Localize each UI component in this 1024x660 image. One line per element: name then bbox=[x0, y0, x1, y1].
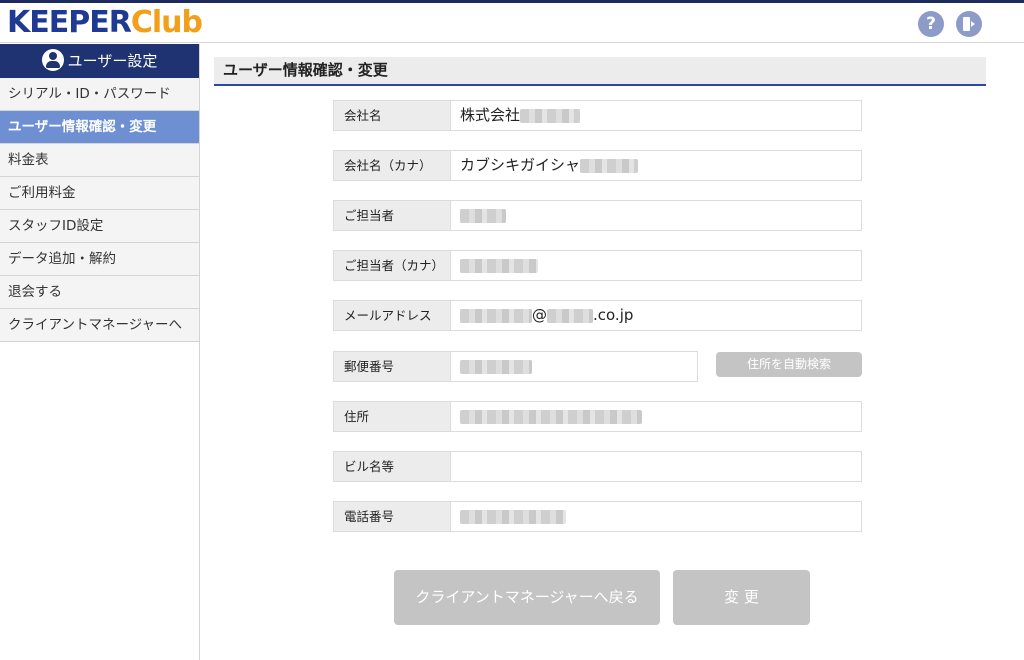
redacted-text bbox=[580, 158, 639, 173]
zip-label: 郵便番号 bbox=[333, 351, 450, 382]
logo-keeper-text: KEEPER bbox=[7, 5, 132, 40]
sidebar-item-price-list[interactable]: 料金表 bbox=[0, 144, 199, 177]
company-kana-field[interactable]: カブシキガイシャ bbox=[450, 150, 862, 181]
sidebar-heading: ユーザー設定 bbox=[0, 44, 199, 78]
address-auto-search-button[interactable]: 住所を自動検索 bbox=[716, 352, 862, 377]
redacted-text bbox=[460, 409, 642, 424]
contact-field[interactable] bbox=[450, 200, 862, 231]
sidebar: ユーザー設定 シリアル・ID・パスワード ユーザー情報確認・変更 料金表 ご利用… bbox=[0, 44, 200, 660]
email-label: メールアドレス bbox=[333, 300, 450, 331]
email-field[interactable]: @ .co.jp bbox=[450, 300, 862, 331]
contact-kana-field[interactable] bbox=[450, 250, 862, 281]
help-icon[interactable]: ? bbox=[918, 11, 944, 37]
company-field[interactable]: 株式会社 bbox=[450, 100, 862, 131]
company-kana-label: 会社名（カナ） bbox=[333, 150, 450, 181]
building-label: ビル名等 bbox=[333, 451, 450, 482]
email-domain: .co.jp bbox=[593, 306, 634, 324]
sidebar-item-staff-id[interactable]: スタッフID設定 bbox=[0, 210, 199, 243]
sidebar-item-client-manager[interactable]: クライアントマネージャーへ bbox=[0, 309, 199, 342]
logout-icon[interactable] bbox=[956, 11, 982, 37]
company-label: 会社名 bbox=[333, 100, 450, 131]
sidebar-item-user-info[interactable]: ユーザー情報確認・変更 bbox=[0, 111, 199, 144]
sidebar-item-unsubscribe[interactable]: 退会する bbox=[0, 276, 199, 309]
company-kana-value: カブシキガイシャ bbox=[460, 156, 581, 174]
sidebar-item-data-add-cancel[interactable]: データ追加・解約 bbox=[0, 243, 199, 276]
address-label: 住所 bbox=[333, 401, 450, 432]
page-title: ユーザー情報確認・変更 bbox=[214, 57, 986, 86]
company-value: 株式会社 bbox=[460, 106, 521, 124]
sidebar-item-serial-id-password[interactable]: シリアル・ID・パスワード bbox=[0, 78, 199, 111]
address-field[interactable] bbox=[450, 401, 862, 432]
building-field[interactable] bbox=[450, 451, 862, 482]
change-button[interactable]: 変 更 bbox=[673, 570, 810, 625]
sidebar-item-usage-fee[interactable]: ご利用料金 bbox=[0, 177, 199, 210]
logo-club-text: Club bbox=[130, 5, 203, 40]
header: KEEPERClub ? bbox=[0, 3, 1024, 43]
redacted-text bbox=[460, 208, 506, 223]
keeper-club-logo[interactable]: KEEPERClub bbox=[7, 5, 203, 41]
phone-field[interactable] bbox=[450, 501, 862, 532]
zip-field[interactable] bbox=[450, 351, 698, 382]
redacted-text bbox=[460, 509, 566, 524]
redacted-text bbox=[520, 108, 581, 123]
email-at: @ bbox=[532, 306, 547, 324]
contact-kana-label: ご担当者（カナ） bbox=[333, 250, 450, 281]
phone-label: 電話番号 bbox=[333, 501, 450, 532]
user-settings-icon bbox=[41, 48, 64, 71]
redacted-text bbox=[460, 308, 532, 323]
back-to-client-manager-button[interactable]: クライアントマネージャーへ戻る bbox=[394, 570, 660, 625]
redacted-text bbox=[460, 359, 532, 374]
sidebar-heading-label: ユーザー設定 bbox=[67, 52, 158, 70]
redacted-text bbox=[547, 308, 593, 323]
redacted-text bbox=[460, 258, 538, 273]
contact-label: ご担当者 bbox=[333, 200, 450, 231]
